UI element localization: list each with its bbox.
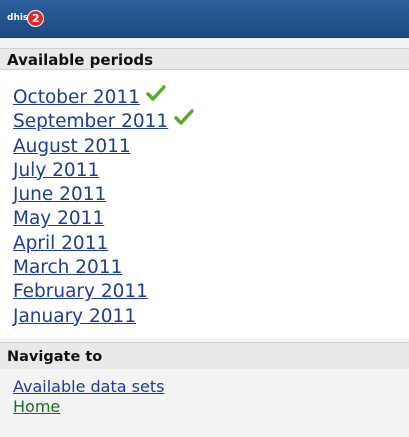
period-link-january-2011[interactable]: January 2011: [13, 306, 136, 328]
period-item: February 2011: [13, 281, 194, 305]
period-link-march-2011[interactable]: March 2011: [13, 257, 122, 279]
navigate-to-header: Navigate to: [0, 342, 409, 369]
period-item: August 2011: [13, 136, 194, 160]
logo-badge: 2: [27, 9, 45, 27]
logo-text: dhis: [7, 13, 29, 23]
available-periods-title: Available periods: [7, 51, 154, 69]
period-list: October 2011 September 2011 August 2011 …: [13, 85, 194, 330]
period-link-april-2011[interactable]: April 2011: [13, 233, 108, 255]
period-link-july-2011[interactable]: July 2011: [13, 160, 99, 182]
period-link-may-2011[interactable]: May 2011: [13, 208, 104, 230]
period-item: May 2011: [13, 208, 194, 232]
period-link-february-2011[interactable]: February 2011: [13, 281, 148, 303]
navigate-to-section: Navigate to Available data sets Home: [0, 342, 409, 437]
period-item: October 2011: [13, 85, 194, 111]
period-link-september-2011[interactable]: September 2011: [13, 111, 168, 133]
available-data-sets-link[interactable]: Available data sets: [13, 377, 164, 397]
available-periods-header: Available periods: [0, 48, 409, 70]
period-item: July 2011: [13, 160, 194, 184]
period-item: June 2011: [13, 184, 194, 208]
navigate-to-title: Navigate to: [7, 349, 103, 365]
available-periods-section: Available periods October 2011 September…: [0, 48, 409, 338]
checkmark-icon: [146, 85, 166, 107]
period-link-august-2011[interactable]: August 2011: [13, 136, 131, 158]
period-item: March 2011: [13, 257, 194, 281]
dhis2-logo[interactable]: dhis 2: [7, 8, 45, 28]
checkmark-icon: [174, 109, 194, 131]
period-item: January 2011: [13, 306, 194, 330]
period-item: April 2011: [13, 233, 194, 257]
period-link-june-2011[interactable]: June 2011: [13, 184, 106, 206]
top-bar: dhis 2: [0, 0, 409, 38]
period-link-october-2011[interactable]: October 2011: [13, 87, 140, 109]
navigate-links: Available data sets Home: [13, 377, 164, 417]
period-item: September 2011: [13, 109, 194, 135]
home-link[interactable]: Home: [13, 397, 164, 417]
